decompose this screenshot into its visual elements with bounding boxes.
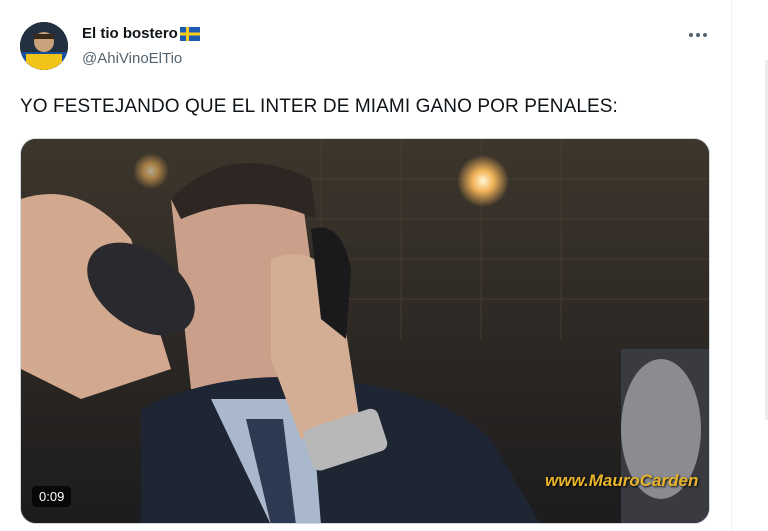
more-dots-icon[interactable]: [680, 22, 716, 48]
video-player[interactable]: [20, 138, 710, 524]
video-duration-badge: 0:09: [32, 486, 72, 507]
sweden-flag-icon: [179, 26, 200, 41]
author-display-name[interactable]: El tio bostero: [82, 25, 178, 42]
right-sidebar-edge: [732, 0, 768, 531]
tweet-text: YO FESTEJANDO QUE EL INTER DE MIAMI GANO…: [20, 96, 618, 117]
avatar[interactable]: [20, 22, 68, 70]
author-name[interactable]: El tio bostero: [82, 25, 200, 42]
video-watermark: www.MauroCarden: [545, 471, 699, 490]
author-handle[interactable]: @AhiVinoElTio: [82, 50, 182, 67]
